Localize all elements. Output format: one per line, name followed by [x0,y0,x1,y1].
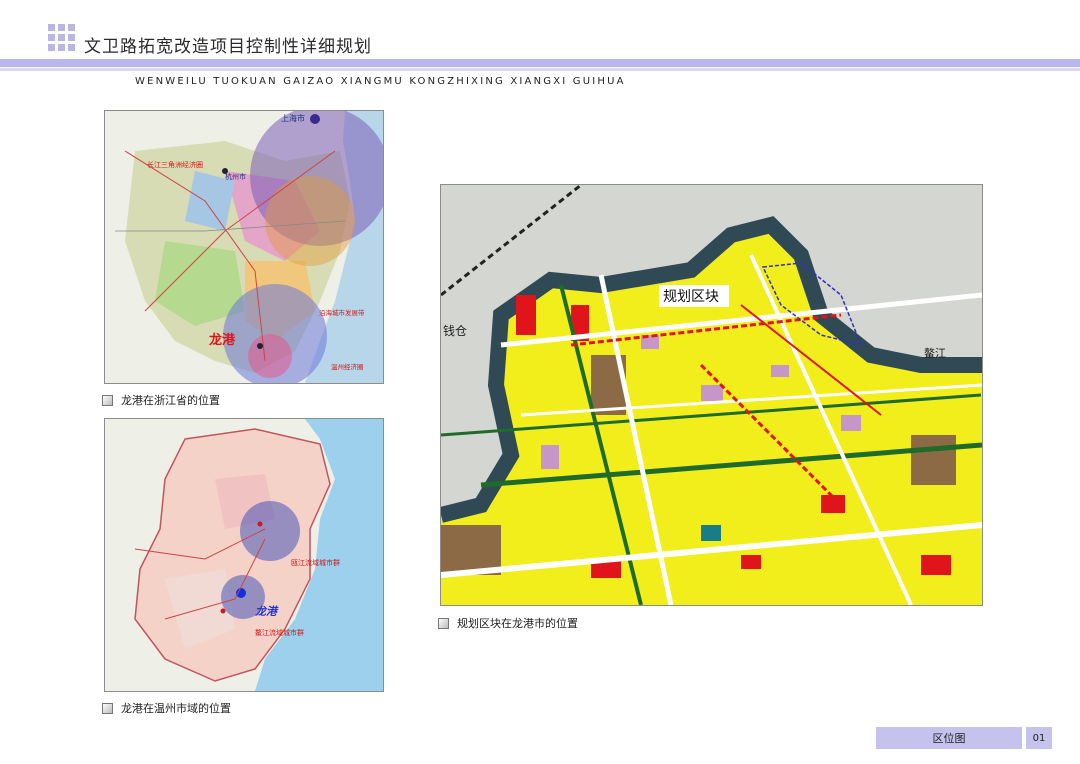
longgang-label: 龙港 [209,332,236,348]
caption-checkbox-icon [102,702,113,714]
caption-text: 龙港在温州市域的位置 [121,702,231,715]
footer-label: 区位图 [876,727,1022,749]
page-number: 01 [1026,727,1052,749]
coastal-belt-label: 沿海城市发展带 [319,308,365,317]
wenzhou-location-map: 瓯江流域城市群 龙港 鳌江流域城市群 [104,418,384,692]
caption-checkbox-icon [102,394,113,406]
zhejiang-location-map: 上海市 长江三角洲经济圈 杭州市 沿海城市发展带 温州经济圈 龙港 [104,110,384,384]
caption-checkbox-icon [438,617,449,629]
plan-block-label: 规划区块 [663,289,719,305]
yangtze-delta-label: 长江三角洲经济圈 [147,160,203,169]
caption-wenzhou: 龙港在温州市域的位置 [102,700,231,716]
logo-grid-icon [48,24,76,52]
caption-text: 龙港在浙江省的位置 [121,394,220,407]
aojiang-label: 鳌江 [924,346,946,360]
ou-river-label: 瓯江流域城市群 [291,558,340,567]
shanghai-label: 上海市 [281,113,305,123]
header-band-thin [0,68,1080,71]
longgang-label: 龙港 [254,605,279,618]
ao-river-label: 鳌江流域城市群 [255,628,304,637]
caption-text: 规划区块在龙港市的位置 [457,617,578,630]
qiancang-label: 钱仓 [443,323,467,338]
city-location-map: 规划区块 钱仓 鳌江 [440,184,983,606]
page-subtitle: WENWEILU TUOKUAN GAIZAO XIANGMU KONGZHIX… [135,76,626,87]
hangzhou-label: 杭州市 [225,172,246,181]
caption-zhejiang: 龙港在浙江省的位置 [102,392,220,408]
caption-city: 规划区块在龙港市的位置 [438,615,578,631]
header-band [0,59,1080,67]
page-title: 文卫路拓宽改造项目控制性详细规划 [84,37,372,57]
wenzhou-circle-label: 温州经济圈 [331,362,364,371]
